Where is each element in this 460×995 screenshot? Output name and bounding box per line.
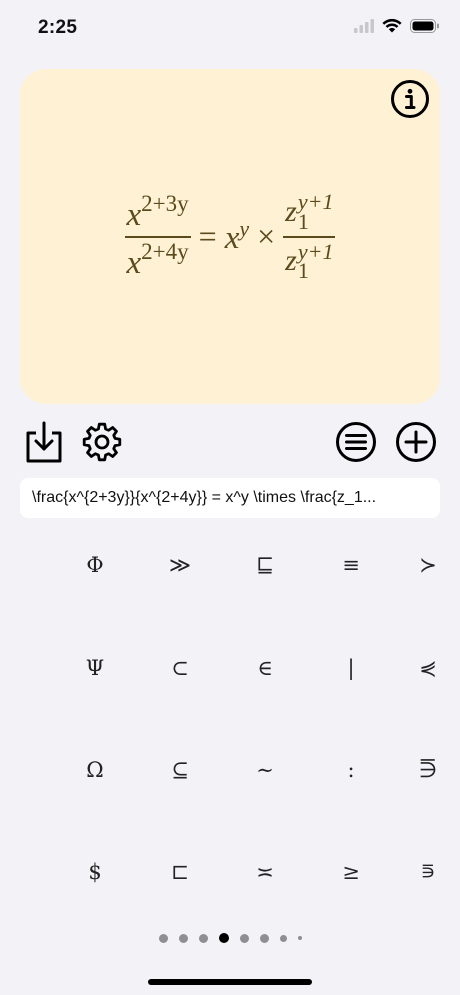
- equals-sign: =: [198, 218, 217, 254]
- lhs-numerator: x2+3y: [126, 190, 189, 233]
- symbol-key[interactable]: ∼: [225, 730, 305, 810]
- download-tray-icon: [26, 421, 62, 463]
- page-dot-active[interactable]: [218, 933, 229, 943]
- rhs-fraction-bar: [283, 235, 336, 238]
- status-bar: 2:25: [0, 0, 460, 56]
- symbol-key[interactable]: Ω: [55, 730, 135, 810]
- symbol-key[interactable]: ⊆: [140, 730, 220, 810]
- symbol-key[interactable]: ⊏: [140, 832, 220, 912]
- page-dot[interactable]: [259, 933, 269, 943]
- symbol-key[interactable]: Ψ: [55, 628, 135, 708]
- page-dot[interactable]: [158, 933, 168, 943]
- lhs-denominator: x2+4y: [126, 238, 189, 281]
- formula-preview-card: x2+3y x2+4y = xy × z y+1 1 z y+1 1: [20, 69, 440, 404]
- symbol-key[interactable]: ⋾: [396, 832, 460, 912]
- symbol-key[interactable]: Φ: [55, 525, 135, 605]
- symbol-key[interactable]: ≥: [311, 832, 391, 912]
- symbol-key[interactable]: |: [311, 628, 391, 708]
- symbol-key[interactable]: $: [55, 832, 135, 912]
- lhs-fraction: x2+3y x2+4y: [124, 190, 191, 281]
- page-dot[interactable]: [178, 933, 188, 943]
- symbol-key[interactable]: ≍: [225, 832, 305, 912]
- page-dot[interactable]: [279, 934, 287, 942]
- times-sign: ×: [257, 218, 276, 254]
- export-button[interactable]: [20, 418, 68, 466]
- rendered-formula: x2+3y x2+4y = xy × z y+1 1 z y+1 1: [20, 69, 440, 404]
- wifi-icon: [382, 18, 402, 38]
- symbol-key[interactable]: ⊂: [140, 628, 220, 708]
- list-button[interactable]: [332, 418, 380, 466]
- add-button[interactable]: [392, 418, 440, 466]
- rhs-fraction: z y+1 1 z y+1 1: [283, 188, 336, 284]
- gear-icon: [82, 422, 122, 462]
- home-indicator[interactable]: [148, 979, 312, 985]
- symbol-keyboard: Φ ≫ ⊑ ≡ ≻ Ψ ⊂ ∈ | ⋞ Ω ⊆ ∼: ⋽ $ ⊏ ≍ ≥ ⋾: [0, 520, 460, 915]
- status-icons: [354, 17, 440, 39]
- latex-input[interactable]: \frac{x^{2+3y}}{x^{2+4y}} = x^y \times \…: [20, 478, 440, 518]
- symbol-key[interactable]: ≻: [396, 525, 460, 605]
- symbol-key[interactable]: :: [311, 730, 391, 810]
- symbol-key[interactable]: ≡: [311, 525, 391, 605]
- list-circle-icon: [336, 422, 376, 462]
- signal-icon: [354, 18, 374, 38]
- rhs-numerator: z y+1 1: [285, 188, 334, 234]
- symbol-key[interactable]: ⋞: [396, 628, 460, 708]
- plus-circle-icon: [396, 422, 436, 462]
- page-dot[interactable]: [198, 933, 208, 943]
- rhs-power: xy: [224, 216, 250, 256]
- page-dot[interactable]: [239, 933, 249, 943]
- symbol-key[interactable]: ∈: [225, 628, 305, 708]
- page-dot[interactable]: [297, 936, 302, 940]
- lhs-fraction-bar: [124, 235, 191, 238]
- symbol-key[interactable]: ≫: [140, 525, 220, 605]
- battery-icon: [410, 18, 440, 38]
- symbol-key[interactable]: ⋽: [396, 730, 460, 810]
- symbol-key[interactable]: ⊑: [225, 525, 305, 605]
- rhs-denominator: z y+1 1: [285, 238, 334, 284]
- status-time: 2:25: [38, 17, 78, 38]
- settings-button[interactable]: [78, 418, 126, 466]
- toolbar: [0, 418, 460, 470]
- page-indicator[interactable]: [0, 930, 460, 946]
